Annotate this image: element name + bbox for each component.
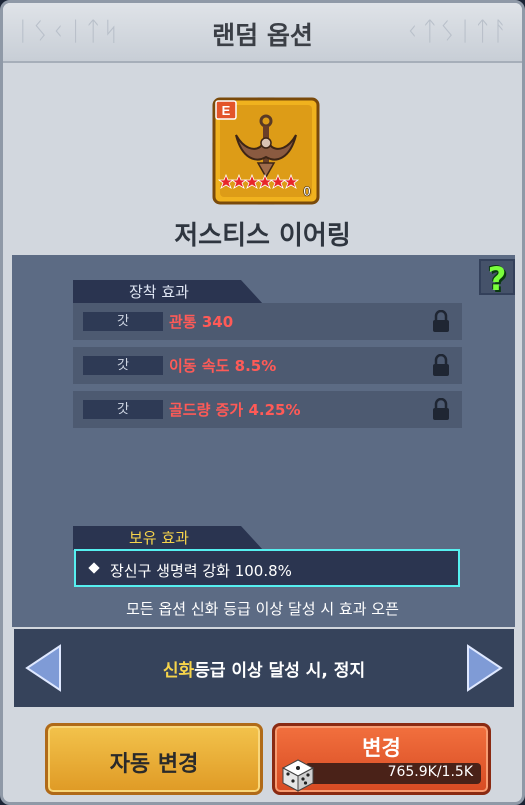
stop-condition-rest: 등급 이상 달성 시, 정지 [194, 661, 366, 681]
lock-icon[interactable] [433, 310, 449, 332]
title-bar: ᛁᛊᚲᛁᛏᛋ ᚲᛏᛊᛁᛏᚨ 랜덤 옵션 [3, 3, 522, 63]
auto-change-label: 자동 변경 [109, 752, 199, 777]
earring-item-icon[interactable]: E 0 [212, 97, 320, 205]
equip-option-row: 갓 이동 속도 8.5% [73, 347, 462, 384]
cost-value: 765.9K/1.5K [387, 764, 473, 780]
dice-icon [281, 759, 315, 792]
option-grade-tag: 갓 [83, 400, 163, 419]
option-text: 관통 340 [169, 313, 234, 331]
option-text: 이동 속도 8.5% [169, 357, 277, 375]
stop-condition-text: 신화등급 이상 달성 시, 정지 [14, 656, 514, 681]
page-title: 랜덤 옵션 [212, 21, 313, 50]
auto-change-button[interactable]: 자동 변경 [45, 723, 263, 795]
lock-icon[interactable] [433, 354, 449, 376]
owned-effect-box: 장신구 생명력 강화 100.8% [74, 549, 460, 587]
random-option-window: ᛁᛊᚲᛁᛏᛋ ᚲᛏᛊᛁᛏᚨ 랜덤 옵션 E 0 저스티스 이어링 ? 장착 효과… [0, 0, 525, 805]
option-grade-tag: 갓 [83, 356, 163, 375]
diamond-bullet-icon [88, 562, 100, 574]
unlock-note: 모든 옵션 신화 등급 이상 달성 시 효과 오픈 [126, 600, 399, 618]
owned-effect-tab: 보유 효과 [73, 526, 263, 550]
owned-effect-text: 장신구 생명력 강화 100.8% [110, 562, 292, 580]
stop-condition-nav: 신화등급 이상 달성 시, 정지 [14, 629, 514, 707]
cost-bar: 765.9K/1.5K [305, 763, 481, 784]
equip-effect-tab: 장착 효과 [73, 280, 263, 304]
lock-icon[interactable] [433, 398, 449, 420]
option-grade-tag: 갓 [83, 312, 163, 331]
help-button[interactable]: ? [479, 259, 515, 297]
next-arrow-icon[interactable] [466, 643, 504, 693]
option-text: 골드량 증가 4.25% [169, 401, 301, 419]
stop-grade-highlight: 신화 [162, 661, 195, 681]
item-grade-badge: E [222, 103, 231, 118]
equip-option-row: 갓 관통 340 [73, 303, 462, 340]
item-level: 0 [303, 183, 311, 199]
equip-option-row: 갓 골드량 증가 4.25% [73, 391, 462, 428]
item-name: 저스티스 이어링 [174, 221, 351, 251]
change-button[interactable]: 변경 765.9K/1.5K [272, 723, 491, 795]
